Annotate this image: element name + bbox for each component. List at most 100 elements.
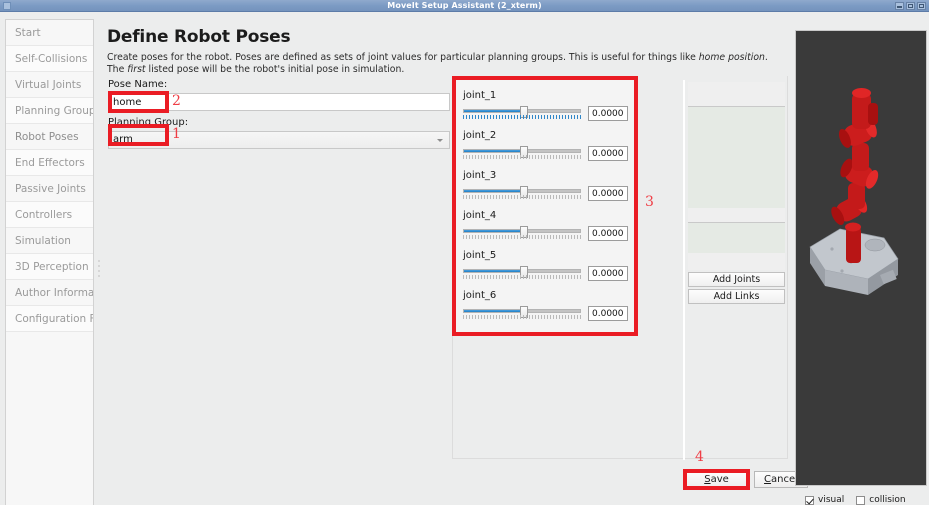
sidebar-item-passive-joints[interactable]: Passive Joints <box>6 176 93 202</box>
joint-value-input[interactable] <box>588 106 628 121</box>
visual-checkbox[interactable] <box>805 495 814 505</box>
slider-fill <box>464 310 525 312</box>
viewport-display-options: visual collision <box>795 490 927 505</box>
links-list-box[interactable] <box>688 222 785 253</box>
slider-ticks <box>463 235 581 239</box>
minimize-icon[interactable] <box>895 2 904 10</box>
cancel-button-label-rest: ancel <box>771 474 798 485</box>
slider-fill <box>464 190 525 192</box>
slider-fill <box>464 150 525 152</box>
joint-row: joint_6 <box>463 290 629 321</box>
joint-row: joint_4 <box>463 210 629 241</box>
sidebar-item-3d-perception[interactable]: 3D Perception <box>6 254 93 280</box>
add-links-button[interactable]: Add Links <box>688 289 785 304</box>
collision-checkbox[interactable] <box>856 495 866 505</box>
joint-label: joint_5 <box>463 250 497 261</box>
sidebar-item-start[interactable]: Start <box>6 20 93 46</box>
save-button-label-rest: ave <box>710 474 729 485</box>
maximize-icon[interactable] <box>906 2 915 10</box>
sidebar-item-simulation[interactable]: Simulation <box>6 228 93 254</box>
joint-value-input[interactable] <box>588 146 628 161</box>
slider-ticks <box>463 315 581 319</box>
joint-slider[interactable] <box>463 305 581 319</box>
sidebar-item-configuration-files[interactable]: Configuration Files <box>6 306 93 332</box>
links-joints-column: Add Joints Add Links <box>688 82 785 304</box>
chevron-down-icon <box>437 139 443 142</box>
page-description-part3: listed pose will be the robot's initial … <box>145 64 405 75</box>
annotation-3: 3 <box>645 194 654 210</box>
joints-panel: joint_1 joint_2 <box>454 78 636 334</box>
robot-render <box>809 88 899 295</box>
robot-poses-content: Define Robot Poses Create poses for the … <box>102 12 808 505</box>
slider-fill <box>464 230 525 232</box>
slider-groove <box>463 146 581 158</box>
list-spacer <box>688 82 785 106</box>
sidebar-item-self-collisions[interactable]: Self-Collisions <box>6 46 93 72</box>
sidebar-splitter-handle[interactable] <box>95 257 102 285</box>
visual-label: visual <box>818 495 845 505</box>
joint-slider[interactable] <box>463 225 581 239</box>
sidebar-item-author-information[interactable]: Author Information <box>6 280 93 306</box>
slider-groove <box>463 106 581 118</box>
page-description-em1: home position <box>698 52 765 63</box>
planning-group-combo[interactable]: arm <box>108 131 450 149</box>
page-description: Create poses for the robot. Poses are de… <box>107 52 773 76</box>
joint-row: joint_3 <box>463 170 629 201</box>
collision-label: collision <box>869 495 906 505</box>
joint-slider[interactable] <box>463 105 581 119</box>
joint-value-input[interactable] <box>588 186 628 201</box>
planning-group-label: Planning Group: <box>108 117 189 128</box>
setup-steps-sidebar: Start Self-Collisions Virtual Joints Pla… <box>5 19 94 505</box>
slider-ticks <box>463 195 581 199</box>
page-description-em2: first <box>127 64 146 75</box>
window-title: MoveIt Setup Assistant (2_xterm) <box>387 1 542 10</box>
joint-slider[interactable] <box>463 265 581 279</box>
sidebar-item-robot-poses[interactable]: Robot Poses <box>6 124 93 150</box>
joint-value-input[interactable] <box>588 226 628 241</box>
sidebar-item-planning-groups[interactable]: Planning Groups <box>6 98 93 124</box>
sidebar-item-virtual-joints[interactable]: Virtual Joints <box>6 72 93 98</box>
sidebar-item-controllers[interactable]: Controllers <box>6 202 93 228</box>
slider-fill <box>464 110 525 112</box>
joint-label: joint_4 <box>463 210 497 221</box>
pose-form: Pose Name: Planning Group: arm <box>108 78 450 149</box>
joint-label: joint_1 <box>463 90 497 101</box>
cancel-button-mnemonic: C <box>764 474 772 485</box>
slider-ticks <box>463 275 581 279</box>
pose-name-input[interactable] <box>108 93 450 111</box>
joint-value-input[interactable] <box>588 306 628 321</box>
joint-label: joint_2 <box>463 130 497 141</box>
slider-fill <box>464 270 525 272</box>
page-title: Define Robot Poses <box>107 27 291 47</box>
sidebar-item-end-effectors[interactable]: End Effectors <box>6 150 93 176</box>
joint-value-input[interactable] <box>588 266 628 281</box>
planning-group-value: arm <box>113 134 133 145</box>
slider-groove <box>463 226 581 238</box>
joint-row: joint_2 <box>463 130 629 161</box>
close-icon[interactable] <box>917 2 926 10</box>
save-button[interactable]: Save <box>685 471 748 488</box>
rviz-3d-viewport[interactable] <box>795 30 927 486</box>
slider-groove <box>463 186 581 198</box>
add-joints-button[interactable]: Add Joints <box>688 272 785 287</box>
joints-list-box[interactable] <box>688 106 785 208</box>
joint-slider[interactable] <box>463 185 581 199</box>
annotation-4: 4 <box>695 449 704 465</box>
joint-row: joint_5 <box>463 250 629 281</box>
slider-ticks <box>463 155 581 159</box>
pose-name-label: Pose Name: <box>108 79 168 90</box>
panel-separator <box>683 80 685 460</box>
window-titlebar[interactable]: MoveIt Setup Assistant (2_xterm) <box>0 0 929 12</box>
list-spacer <box>688 208 785 222</box>
joint-label: joint_6 <box>463 290 497 301</box>
slider-ticks <box>463 115 581 119</box>
joint-slider[interactable] <box>463 145 581 159</box>
window-controls <box>895 2 926 10</box>
window-body: Start Self-Collisions Virtual Joints Pla… <box>0 12 929 505</box>
joint-row: joint_1 <box>463 90 629 121</box>
moveit-setup-assistant-window: MoveIt Setup Assistant (2_xterm) Start S… <box>0 0 929 505</box>
joint-label: joint_3 <box>463 170 497 181</box>
annotation-2: 2 <box>172 93 181 109</box>
slider-groove <box>463 306 581 318</box>
annotation-1: 1 <box>172 126 181 142</box>
